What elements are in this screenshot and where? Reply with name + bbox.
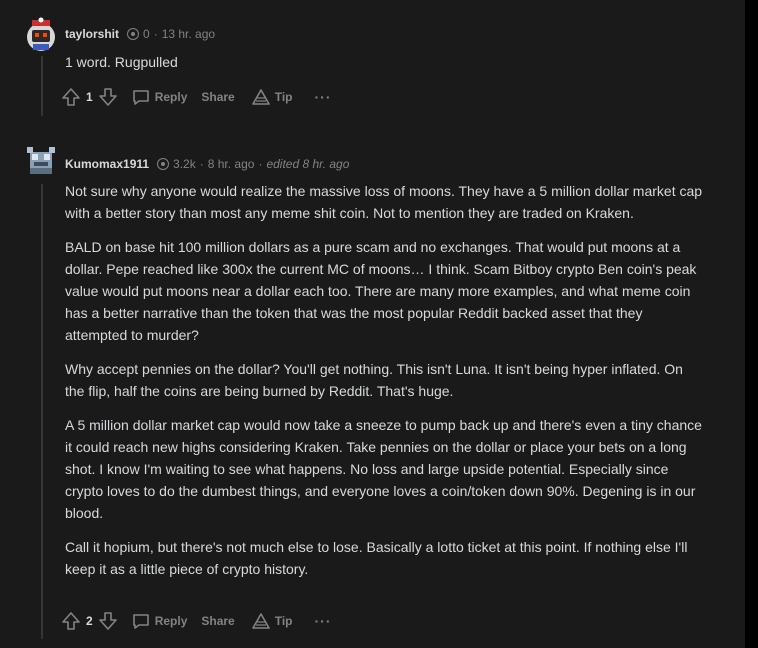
comment-paragraph: A 5 million dollar market cap would now … (65, 417, 702, 521)
comment-paragraph: Call it hopium, but there's not much els… (65, 539, 688, 577)
downvote-icon (98, 612, 117, 630)
comment-paragraph: Why accept pennies on the dollar? You'll… (65, 361, 683, 399)
comment-actions: 1 Reply Share Tip ··· (60, 86, 332, 108)
vote-score: 2 (86, 614, 93, 628)
comment-meta: taylorshit 0 · 13 hr. ago (65, 27, 215, 41)
tip-label: Tip (274, 90, 293, 104)
reply-label: Reply (154, 614, 188, 628)
share-label: Share (201, 614, 235, 628)
share-button[interactable]: Share (201, 614, 234, 628)
edited-label: edited 8 hr. ago (266, 157, 350, 171)
upvote-icon (62, 88, 80, 106)
comment-meta: Kumomax1911 3.2k · 8 hr. ago · edited 8 … (65, 157, 349, 171)
upvote-button[interactable] (60, 610, 82, 632)
vote-score: 1 (86, 90, 93, 104)
share-label: Share (201, 90, 235, 104)
reply-label: Reply (154, 90, 188, 104)
comment-body: 1 word. Rugpulled (65, 51, 705, 85)
avatar[interactable] (24, 17, 58, 51)
downvote-button[interactable] (97, 610, 119, 632)
robot-avatar-icon (24, 17, 58, 51)
comment-actions: 2 Reply Share Tip ··· (60, 610, 332, 632)
more-options-button[interactable]: ··· (315, 613, 332, 629)
karma-icon (157, 158, 170, 170)
comment: Kumomax1911 3.2k · 8 hr. ago · edited 8 … (0, 122, 745, 648)
timestamp[interactable]: 8 hr. ago (208, 157, 255, 171)
downvote-button[interactable] (97, 86, 119, 108)
tip-button[interactable]: Tip (251, 612, 293, 630)
karma-count: 3.2k (173, 157, 196, 171)
separator-dot: · (199, 157, 204, 171)
comment-thread-panel: taylorshit 0 · 13 hr. ago 1 word. Rugpul… (0, 0, 745, 648)
thread-line[interactable] (41, 56, 43, 116)
separator-dot: · (258, 157, 263, 171)
separator-dot: · (153, 27, 158, 41)
comment-paragraph: 1 word. Rugpulled (65, 54, 178, 70)
share-button[interactable]: Share (201, 90, 234, 104)
username[interactable]: Kumomax1911 (65, 157, 149, 171)
reply-icon (132, 614, 149, 629)
reply-icon (132, 90, 149, 105)
karma-icon (127, 28, 140, 40)
timestamp[interactable]: 13 hr. ago (162, 27, 215, 41)
more-options-button[interactable]: ··· (315, 89, 332, 105)
snoo-avatar-icon (24, 144, 58, 178)
tip-button[interactable]: Tip (251, 88, 293, 106)
upvote-icon (62, 612, 80, 630)
avatar[interactable] (24, 144, 58, 178)
upvote-button[interactable] (60, 86, 82, 108)
tip-icon (251, 613, 270, 629)
karma-count: 0 (143, 27, 150, 41)
comment-paragraph: Not sure why anyone would realize the ma… (65, 183, 703, 221)
reply-button[interactable]: Reply (131, 87, 188, 107)
tip-icon (251, 89, 270, 105)
username[interactable]: taylorshit (65, 27, 119, 41)
comment-paragraph: BALD on base hit 100 million dollars as … (65, 239, 697, 343)
thread-line[interactable] (41, 184, 43, 639)
comment: taylorshit 0 · 13 hr. ago 1 word. Rugpul… (0, 0, 745, 122)
downvote-icon (98, 88, 117, 106)
comment-body: Not sure why anyone would realize the ma… (65, 180, 705, 592)
tip-label: Tip (274, 614, 293, 628)
reply-button[interactable]: Reply (131, 611, 188, 631)
